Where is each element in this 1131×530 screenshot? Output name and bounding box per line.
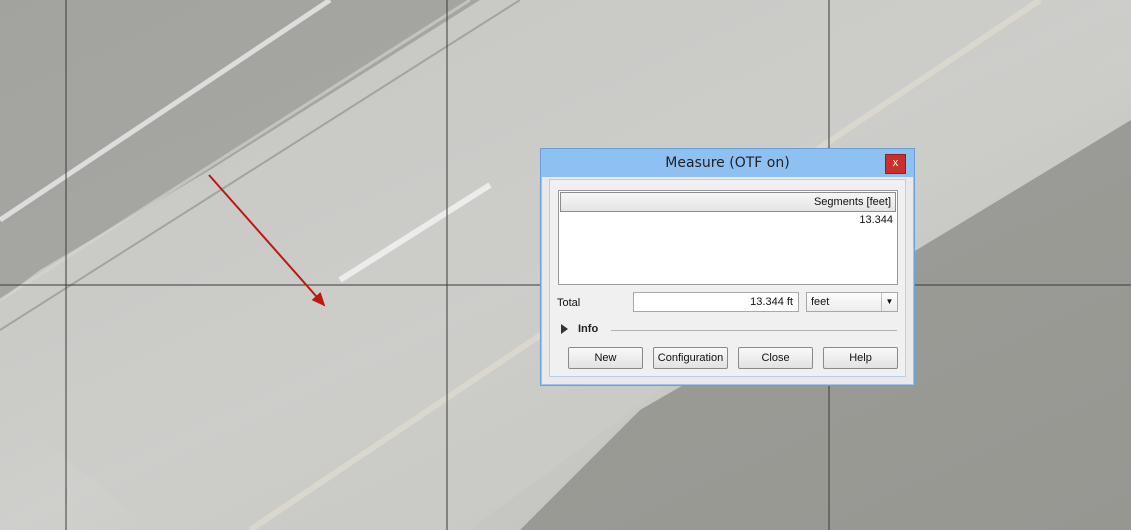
help-button[interactable]: Help [823,347,898,369]
segments-table[interactable]: Segments [feet] 13.344 [558,190,898,285]
info-label[interactable]: Info [578,323,598,335]
segment-row[interactable]: 13.344 [559,213,897,227]
info-section[interactable]: Info [561,322,897,338]
expand-arrow-icon[interactable] [561,324,568,334]
close-icon[interactable]: x [885,154,906,174]
chevron-down-icon[interactable]: ▼ [881,293,897,311]
dialog-titlebar[interactable]: Measure (OTF on) x [541,149,914,177]
unit-select[interactable]: feet ▼ [806,292,898,312]
total-field[interactable]: 13.344 ft [633,292,799,312]
close-button[interactable]: Close [738,347,813,369]
unit-select-value: feet [811,296,830,308]
measure-dialog: Measure (OTF on) x Segments [feet] 13.34… [540,148,915,386]
total-label: Total [557,297,581,309]
dialog-title: Measure (OTF on) [665,155,790,171]
new-button[interactable]: New [568,347,643,369]
info-divider [611,330,897,331]
configuration-button[interactable]: Configuration [653,347,728,369]
dialog-body: Segments [feet] 13.344 Total 13.344 ft f… [549,179,906,377]
segments-header[interactable]: Segments [feet] [560,192,896,212]
